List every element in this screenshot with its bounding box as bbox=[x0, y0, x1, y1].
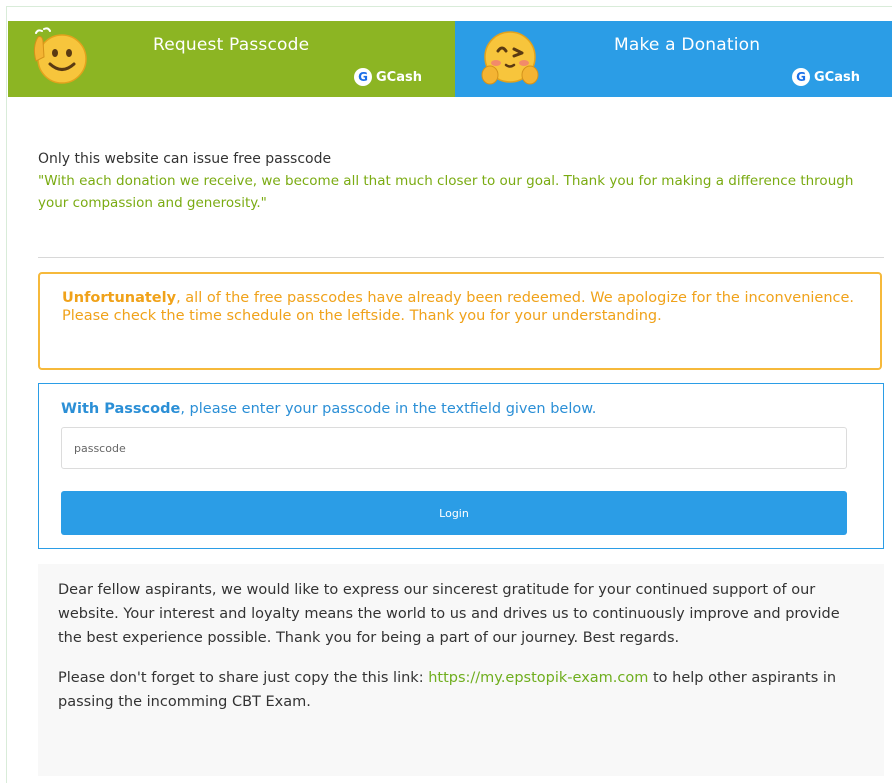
gcash-logo-icon: G bbox=[354, 68, 372, 86]
login-instruction-text: , please enter your passcode in the text… bbox=[180, 401, 597, 417]
login-button[interactable]: Login bbox=[61, 491, 847, 535]
waving-smile-emoji-icon bbox=[33, 27, 87, 84]
passcode-unavailable-notice: Unfortunately, all of the free passcodes… bbox=[38, 272, 882, 370]
login-instruction-bold: With Passcode bbox=[61, 401, 181, 417]
donation-quote: "With each donation we receive, we becom… bbox=[38, 173, 854, 211]
make-donation-banner[interactable]: Make a Donation G GCash bbox=[455, 21, 892, 97]
gratitude-message: Dear fellow aspirants, we would like to … bbox=[38, 564, 884, 776]
notice-bold-label: Unfortunately bbox=[62, 290, 177, 306]
passcode-login-panel: With Passcode, please enter your passcod… bbox=[38, 383, 884, 549]
intro-section: Only this website can issue free passcod… bbox=[38, 148, 878, 214]
notice-text: , all of the free passcodes have already… bbox=[176, 290, 855, 306]
gcash-label: GCash bbox=[814, 69, 860, 85]
section-divider bbox=[38, 257, 884, 258]
login-instruction: With Passcode, please enter your passcod… bbox=[61, 401, 596, 417]
request-passcode-banner[interactable]: Request Passcode G GCash bbox=[8, 21, 455, 97]
notice-schedule-text: Please check the time schedule on the le… bbox=[62, 308, 662, 324]
gcash-badge: G GCash bbox=[354, 68, 422, 86]
winking-kiss-emoji-icon bbox=[481, 31, 539, 85]
make-donation-title: Make a Donation bbox=[614, 35, 761, 55]
request-passcode-title: Request Passcode bbox=[153, 35, 310, 55]
gcash-logo-icon: G bbox=[792, 68, 810, 86]
share-paragraph: Please don't forget to share just copy t… bbox=[58, 666, 864, 714]
intro-statement: Only this website can issue free passcod… bbox=[38, 151, 332, 167]
share-prefix: Please don't forget to share just copy t… bbox=[58, 670, 429, 686]
gcash-badge: G GCash bbox=[792, 68, 860, 86]
share-link[interactable]: https://my.epstopik-exam.com bbox=[428, 670, 648, 686]
gratitude-paragraph: Dear fellow aspirants, we would like to … bbox=[58, 582, 840, 646]
passcode-input[interactable] bbox=[61, 427, 847, 469]
gcash-label: GCash bbox=[376, 69, 422, 85]
